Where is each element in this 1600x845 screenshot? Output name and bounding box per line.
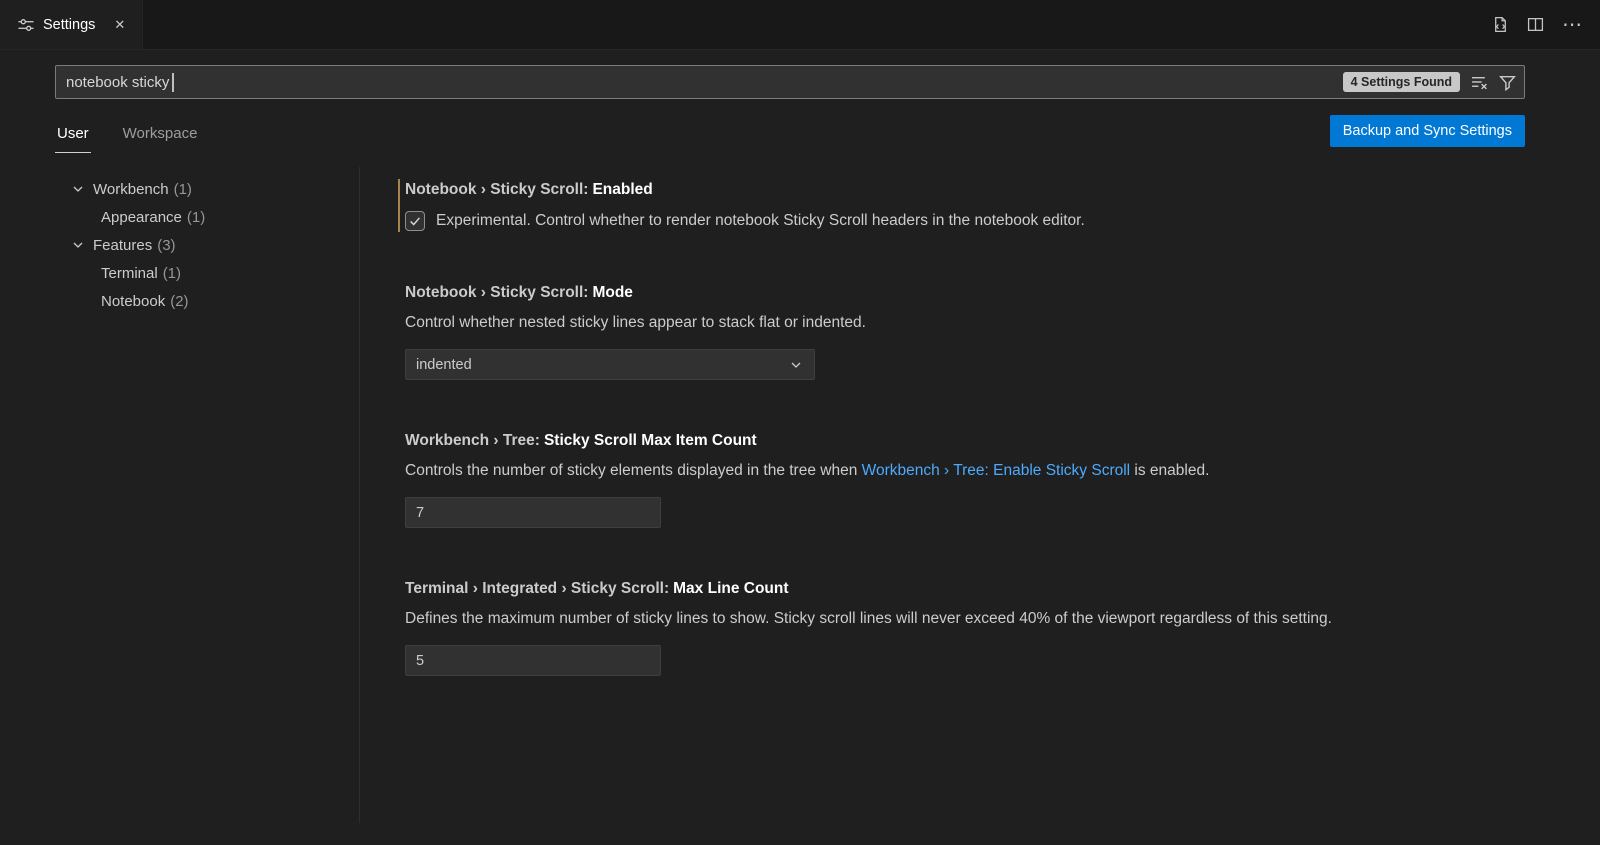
setting-description: Defines the maximum number of sticky lin… xyxy=(405,608,1523,630)
toc-count: (1) xyxy=(163,265,181,282)
settings-found-badge: 4 Settings Found xyxy=(1343,72,1460,92)
setting-tree-sticky-scroll-max-item-count: Workbench › Tree:Sticky Scroll Max Item … xyxy=(398,430,1523,528)
setting-label: Sticky Scroll Max Item Count xyxy=(544,432,757,449)
toc-label: Terminal xyxy=(101,265,158,282)
setting-title: Notebook › Sticky Scroll:Mode xyxy=(405,282,1523,304)
scope-tabs: User Workspace xyxy=(55,119,199,153)
setting-description: Experimental. Control whether to render … xyxy=(436,210,1085,232)
setting-description: Controls the number of sticky elements d… xyxy=(405,460,1523,482)
editor-tab-bar: Settings ✕ ⋯ xyxy=(0,0,1600,50)
setting-label: Enabled xyxy=(592,181,652,198)
tab-workspace[interactable]: Workspace xyxy=(121,119,200,153)
chevron-down-icon xyxy=(70,181,86,197)
setting-title: Terminal › Integrated › Sticky Scroll:Ma… xyxy=(405,578,1523,600)
setting-category: Terminal › Integrated › Sticky Scroll: xyxy=(405,580,669,597)
setting-category: Notebook › Sticky Scroll: xyxy=(405,284,588,301)
toc-item-workbench[interactable]: Workbench (1) xyxy=(0,175,359,203)
chevron-down-icon xyxy=(788,357,804,373)
split-editor-icon[interactable] xyxy=(1527,16,1544,33)
settings-sliders-icon xyxy=(18,17,34,33)
setting-category: Workbench › Tree: xyxy=(405,432,540,449)
tab-user[interactable]: User xyxy=(55,119,91,153)
toc-count: (1) xyxy=(187,209,205,226)
chevron-down-icon xyxy=(70,237,86,253)
scope-row: User Workspace Backup and Sync Settings xyxy=(55,115,1525,153)
search-value-text: notebook sticky xyxy=(66,74,169,91)
setting-notebook-sticky-scroll-enabled: Notebook › Sticky Scroll:Enabled Experim… xyxy=(398,179,1523,232)
backup-sync-settings-button[interactable]: Backup and Sync Settings xyxy=(1330,115,1525,147)
setting-link[interactable]: Workbench › Tree: Enable Sticky Scroll xyxy=(862,462,1131,479)
settings-editor-body: Workbench (1) Appearance (1) Features (3… xyxy=(0,167,1600,823)
close-tab-icon[interactable]: ✕ xyxy=(110,15,129,35)
selected-option: indented xyxy=(416,357,472,373)
text-cursor xyxy=(172,73,174,92)
settings-search-input[interactable]: notebook sticky 4 Settings Found xyxy=(55,65,1525,99)
toc-count: (1) xyxy=(174,181,192,198)
mode-select-dropdown[interactable]: indented xyxy=(405,349,815,380)
editor-actions: ⋯ xyxy=(1492,0,1600,49)
setting-title: Notebook › Sticky Scroll:Enabled xyxy=(405,179,1523,201)
toc-item-features[interactable]: Features (3) xyxy=(0,231,359,259)
max-item-count-input[interactable] xyxy=(405,497,661,528)
tab-settings[interactable]: Settings ✕ xyxy=(0,0,143,49)
toc-label: Workbench xyxy=(93,181,169,198)
toc-label: Features xyxy=(93,237,152,254)
setting-description: Control whether nested sticky lines appe… xyxy=(405,312,1523,334)
setting-category: Notebook › Sticky Scroll: xyxy=(405,181,588,198)
open-settings-json-icon[interactable] xyxy=(1492,16,1509,33)
toc-item-appearance[interactable]: Appearance (1) xyxy=(0,203,359,231)
toc-item-notebook[interactable]: Notebook (2) xyxy=(0,287,359,315)
settings-list: Notebook › Sticky Scroll:Enabled Experim… xyxy=(398,167,1523,823)
description-text: is enabled. xyxy=(1130,462,1209,479)
setting-label: Mode xyxy=(592,284,632,301)
toc-count: (2) xyxy=(170,293,188,310)
checkbox-checked[interactable] xyxy=(405,211,425,231)
toc-label: Notebook xyxy=(101,293,165,310)
max-line-count-input[interactable] xyxy=(405,645,661,676)
setting-notebook-sticky-scroll-mode: Notebook › Sticky Scroll:Mode Control wh… xyxy=(398,282,1523,380)
setting-terminal-sticky-scroll-max-line-count: Terminal › Integrated › Sticky Scroll:Ma… xyxy=(398,578,1523,676)
setting-label: Max Line Count xyxy=(673,580,788,597)
toc-label: Appearance xyxy=(101,209,182,226)
filter-icon[interactable] xyxy=(1499,74,1516,91)
settings-toc: Workbench (1) Appearance (1) Features (3… xyxy=(0,167,360,823)
toc-item-terminal[interactable]: Terminal (1) xyxy=(0,259,359,287)
description-text: Controls the number of sticky elements d… xyxy=(405,462,862,479)
clear-search-filters-icon[interactable] xyxy=(1471,74,1488,91)
tab-label: Settings xyxy=(43,17,95,33)
more-actions-icon[interactable]: ⋯ xyxy=(1562,20,1582,30)
toc-count: (3) xyxy=(157,237,175,254)
setting-title: Workbench › Tree:Sticky Scroll Max Item … xyxy=(405,430,1523,452)
